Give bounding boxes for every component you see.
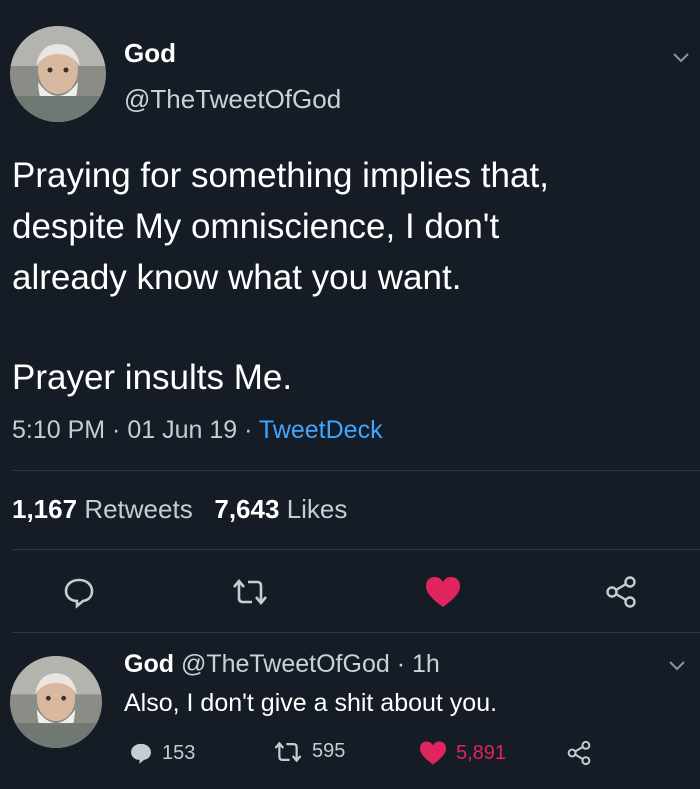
reply-age: 1h	[412, 650, 440, 678]
reply-icon	[131, 743, 151, 764]
reply-text: Also, I don't give a shit about you.	[124, 689, 498, 717]
likes-count[interactable]: 7,643	[214, 494, 279, 524]
reply-author-handle[interactable]: @TheTweetOfGod	[181, 650, 390, 678]
main-tweet: God @TheTweetOfGod Praying for something…	[0, 0, 700, 630]
retweet-icon	[274, 741, 302, 762]
tweet-time: 5:10 PM	[12, 416, 106, 444]
reply-author-name[interactable]: God	[124, 650, 174, 678]
likes-label[interactable]: Likes	[287, 494, 348, 524]
author-name[interactable]: God	[124, 38, 176, 69]
retweets-count[interactable]: 1,167	[12, 494, 77, 524]
reply-share-action[interactable]	[566, 740, 592, 766]
share-icon[interactable]	[604, 575, 638, 609]
retweet-icon[interactable]	[230, 578, 270, 606]
heart-icon[interactable]	[424, 575, 462, 609]
author-handle[interactable]: @TheTweetOfGod	[124, 84, 341, 115]
reply-author-avatar[interactable]	[10, 656, 102, 748]
reply-retweet-action[interactable]: 595	[272, 740, 345, 763]
reply-header: God @TheTweetOfGod · 1h	[124, 650, 440, 679]
retweets-label[interactable]: Retweets	[84, 494, 192, 524]
tweet-stats: 1,167 Retweets 7,643 Likes	[12, 494, 347, 525]
meta-separator: ·	[237, 416, 259, 444]
tweet-source-link[interactable]: TweetDeck	[259, 416, 383, 444]
reply-icon[interactable]	[62, 575, 96, 609]
author-avatar[interactable]	[10, 26, 106, 122]
tweet-text-line: Prayer insults Me.	[12, 358, 293, 397]
reply-count: 153	[162, 741, 196, 764]
tweet-text-line: already know what you want.	[12, 258, 462, 297]
tweet-text-line: Praying for something implies that,	[12, 156, 549, 195]
chevron-down-icon[interactable]	[668, 660, 686, 672]
divider	[12, 470, 700, 471]
share-icon	[567, 740, 591, 766]
tweet-text-line: despite My omniscience, I don't	[12, 207, 500, 246]
tweet-meta: 5:10 PM · 01 Jun 19 · TweetDeck	[12, 416, 383, 445]
like-count: 5,891	[456, 741, 507, 764]
heart-icon	[420, 741, 446, 765]
reply-like-action[interactable]: 5,891	[418, 740, 506, 766]
reply-reply-action[interactable]: 153	[128, 740, 195, 766]
chevron-down-icon[interactable]	[672, 52, 690, 64]
meta-separator: ·	[396, 650, 406, 678]
divider	[12, 632, 700, 633]
meta-separator: ·	[105, 416, 128, 444]
tweet-date: 01 Jun 19	[127, 416, 238, 444]
retweet-count: 595	[312, 740, 346, 762]
divider	[12, 549, 700, 550]
